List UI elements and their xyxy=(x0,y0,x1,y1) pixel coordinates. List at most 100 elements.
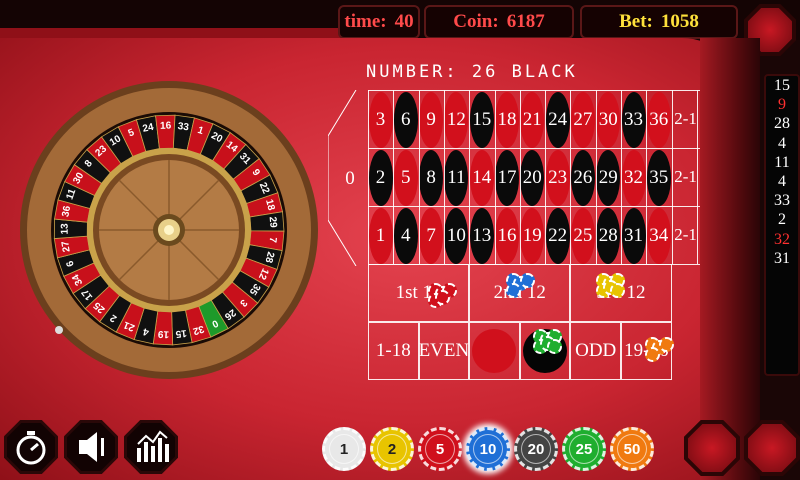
grid-line xyxy=(696,90,698,264)
number-cell[interactable]: 2 xyxy=(368,149,393,207)
grid-line xyxy=(418,90,420,264)
grid-line xyxy=(545,90,547,264)
number-cell[interactable]: 11 xyxy=(444,149,469,207)
bet-label: Bet: xyxy=(619,11,653,32)
history-item: 15 xyxy=(774,77,790,94)
timer-button[interactable] xyxy=(4,420,58,474)
number-cell-0[interactable]: 0 xyxy=(336,150,364,208)
number-label: 11 xyxy=(444,150,469,206)
number-cell[interactable]: 14 xyxy=(469,149,494,207)
history-item: 11 xyxy=(774,153,790,171)
chip-stack-orange xyxy=(645,347,660,362)
result-label: NUMBER: 26 BLACK xyxy=(366,62,578,82)
chip-10[interactable]: 10 xyxy=(466,427,510,471)
chip-stack-yellow xyxy=(610,283,625,298)
number-cell[interactable]: 25 xyxy=(570,207,595,265)
history-panel: 15 9 28 4 11 4 33 2 32 31 xyxy=(764,74,800,376)
grid-line xyxy=(646,90,648,264)
number-cell[interactable]: 19 xyxy=(520,207,545,265)
outside-bet[interactable] xyxy=(469,322,520,380)
number-label: 16 xyxy=(495,208,519,264)
coin-value: 6187 xyxy=(506,11,545,32)
number-cell[interactable]: 13 xyxy=(469,207,494,265)
history-item: 32 xyxy=(774,230,790,248)
chip-20[interactable]: 20 xyxy=(514,427,558,471)
number-cell[interactable]: 10 xyxy=(444,207,469,265)
number-cell[interactable]: 34 xyxy=(646,207,671,265)
number-cell[interactable]: 8 xyxy=(419,149,444,207)
outside-bet[interactable]: 1-18 xyxy=(368,322,419,380)
grid-line xyxy=(469,90,471,264)
grid-line xyxy=(570,90,572,264)
number-label: 25 xyxy=(570,208,595,264)
number-label: 20 xyxy=(520,150,545,206)
history-item: 4 xyxy=(778,172,786,190)
chip-stack-orange xyxy=(659,337,674,352)
number-cell[interactable]: 27 xyxy=(570,91,595,149)
chip-5[interactable]: 5 xyxy=(418,427,462,471)
column-bet-2to1[interactable]: 2-1 xyxy=(672,206,700,264)
number-cell[interactable]: 5 xyxy=(393,149,418,207)
chip-1[interactable]: 1 xyxy=(322,427,366,471)
number-cell[interactable]: 33 xyxy=(621,91,646,149)
number-cell[interactable]: 29 xyxy=(596,149,621,207)
number-cell[interactable]: 16 xyxy=(495,207,520,265)
number-cell[interactable]: 1 xyxy=(368,207,393,265)
number-label: 23 xyxy=(545,150,570,206)
number-label: 29 xyxy=(596,150,621,206)
number-cell[interactable]: 9 xyxy=(419,91,444,149)
chip-value: 25 xyxy=(569,434,599,464)
number-cell[interactable]: 15 xyxy=(469,91,494,149)
number-cell[interactable]: 18 xyxy=(495,91,520,149)
sound-button[interactable] xyxy=(64,420,118,474)
number-cell[interactable]: 36 xyxy=(646,91,671,149)
number-cell[interactable]: 31 xyxy=(621,207,646,265)
number-label: 5 xyxy=(393,150,418,206)
number-label: 15 xyxy=(469,92,494,148)
number-cell[interactable]: 23 xyxy=(545,149,570,207)
chip-50[interactable]: 50 xyxy=(610,427,654,471)
number-cell[interactable]: 3 xyxy=(368,91,393,149)
outside-bet[interactable]: EVEN xyxy=(419,322,469,380)
clear-bets-button[interactable] xyxy=(684,420,740,476)
chip-25[interactable]: 25 xyxy=(562,427,606,471)
number-cell[interactable]: 17 xyxy=(495,149,520,207)
history-item: 31 xyxy=(774,249,790,267)
number-cell[interactable]: 24 xyxy=(545,91,570,149)
number-cell[interactable]: 32 xyxy=(621,149,646,207)
history-item: 33 xyxy=(774,192,790,210)
number-label: 24 xyxy=(545,92,570,148)
number-cell[interactable]: 26 xyxy=(570,149,595,207)
number-label: 36 xyxy=(646,92,671,148)
wheel-number: 27 xyxy=(60,240,73,253)
number-cell[interactable]: 28 xyxy=(596,207,621,265)
number-cell[interactable]: 12 xyxy=(444,91,469,149)
chip-stack-red xyxy=(435,290,450,305)
stats-button[interactable] xyxy=(124,420,178,474)
wheel-number: 19 xyxy=(157,328,169,340)
number-label: 21 xyxy=(520,92,545,148)
number-cell[interactable]: 7 xyxy=(419,207,444,265)
number-cell[interactable]: 4 xyxy=(393,207,418,265)
chip-2[interactable]: 2 xyxy=(370,427,414,471)
number-cell[interactable]: 21 xyxy=(520,91,545,149)
number-cell[interactable]: 22 xyxy=(545,207,570,265)
column-bet-2to1[interactable]: 2-1 xyxy=(672,90,700,148)
outside-bet[interactable]: ODD xyxy=(570,322,621,380)
number-label: 17 xyxy=(495,150,519,206)
column-bet-2to1[interactable]: 2-1 xyxy=(672,148,700,206)
grid-line xyxy=(621,90,622,264)
timer-display: time: 40 xyxy=(338,5,420,39)
spin-button[interactable] xyxy=(744,420,800,476)
number-cell[interactable]: 30 xyxy=(596,91,621,149)
number-label: 3 xyxy=(368,92,393,148)
chip-selector: 1 2 5 10 20 25 50 xyxy=(322,425,662,477)
number-cell[interactable]: 35 xyxy=(646,149,671,207)
time-label: time: xyxy=(344,11,387,32)
chip-value: 50 xyxy=(617,434,647,464)
number-cell[interactable]: 6 xyxy=(393,91,418,149)
grid-line xyxy=(368,90,369,264)
number-label: 6 xyxy=(393,92,418,148)
number-cell[interactable]: 20 xyxy=(520,149,545,207)
grid-line xyxy=(443,90,445,264)
